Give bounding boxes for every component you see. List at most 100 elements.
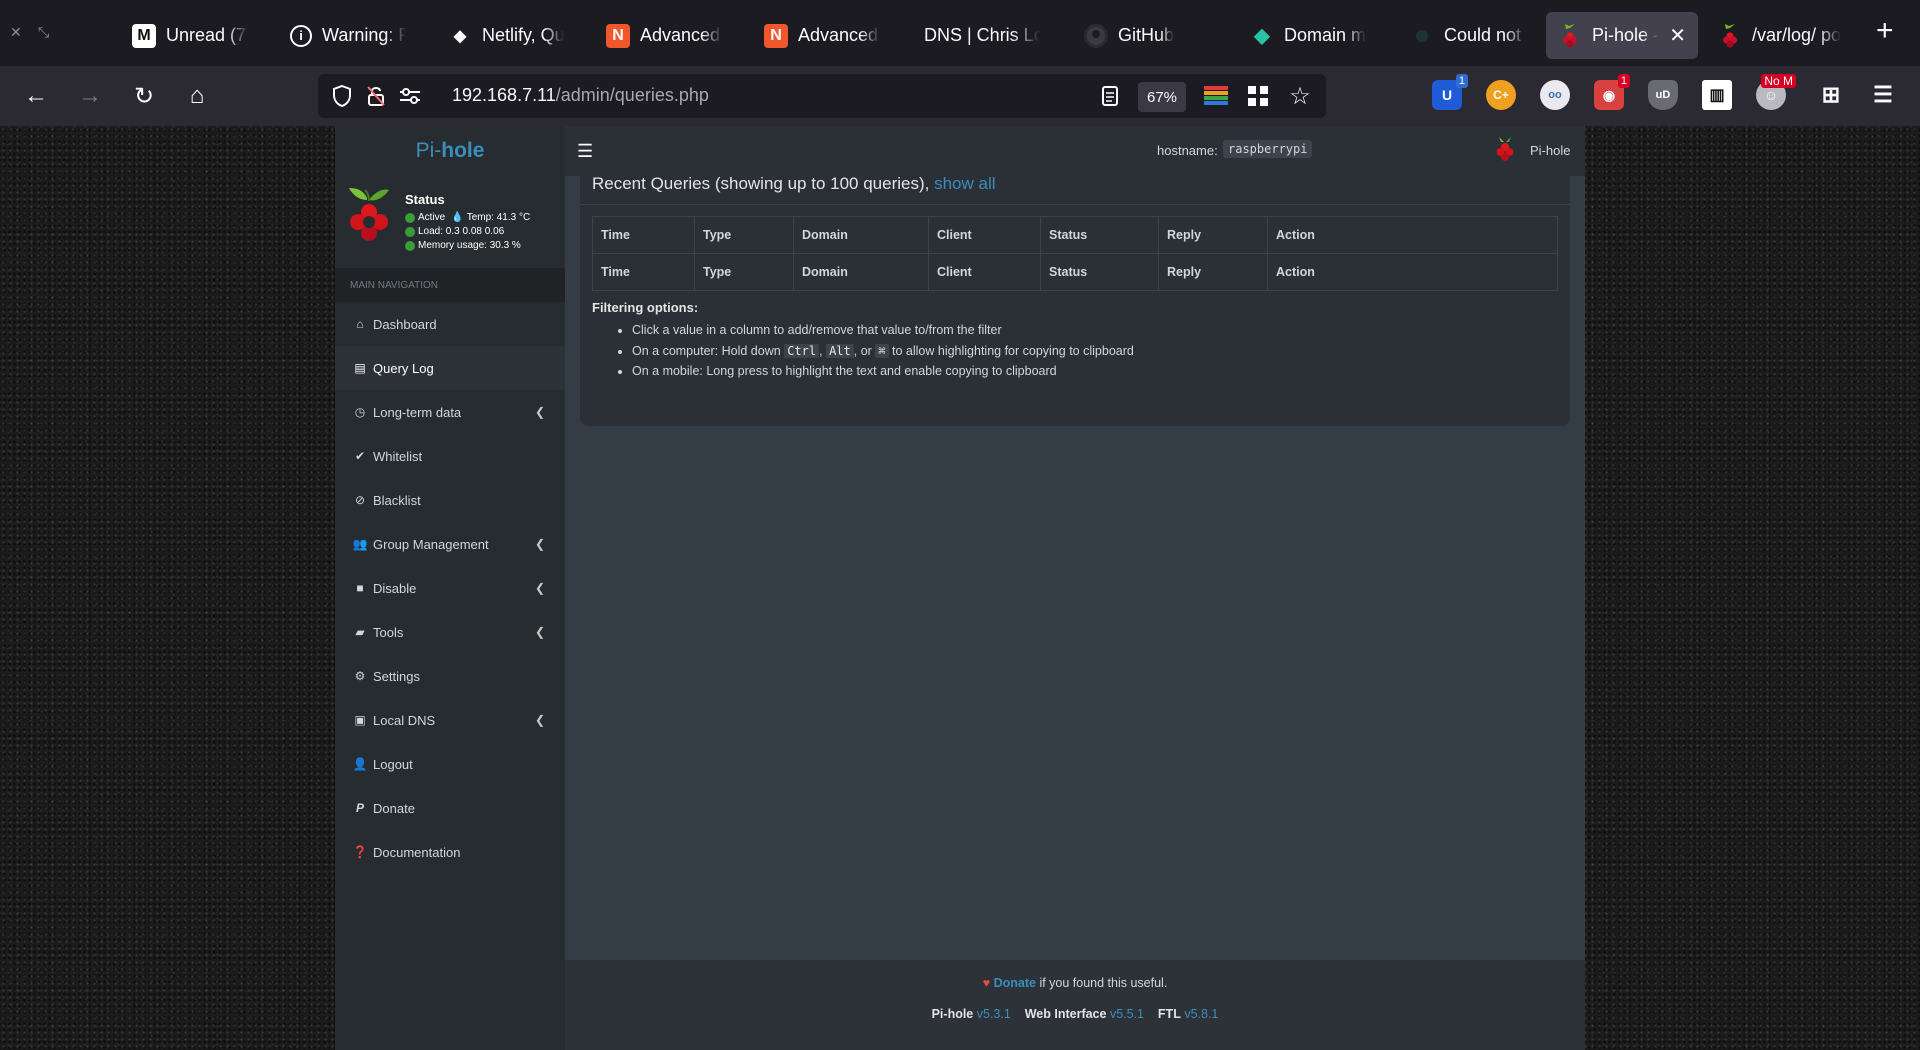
url-bar[interactable]: 192.168.7.11/admin/queries.php 67% ☆ xyxy=(318,74,1326,118)
browser-tab[interactable]: /var/log/ po xyxy=(1706,12,1856,59)
reader-view-icon[interactable] xyxy=(1098,84,1122,108)
new-tab-icon[interactable]: + xyxy=(1876,14,1894,48)
filter-option-text: On a computer: Hold down xyxy=(632,343,781,358)
recent-queries-title: Recent Queries (showing up to 100 querie… xyxy=(592,174,996,194)
status-active-line: Active 💧 Temp: 41.3 °C xyxy=(405,212,530,223)
show-all-link[interactable]: show all xyxy=(934,174,995,193)
browser-tab[interactable]: N Advanced D xyxy=(752,12,892,59)
list-item: On a mobile: Long press to highlight the… xyxy=(632,361,1134,382)
sidebar-item-logout[interactable]: 👤 Logout xyxy=(335,742,565,786)
filter-option-text: On a mobile: Long press to highlight the… xyxy=(632,364,1057,378)
bookmark-star-icon[interactable]: ☆ xyxy=(1288,83,1312,110)
sidebar-item-label: Group Management xyxy=(373,536,489,552)
browser-tab[interactable]: M Unread (7) - xyxy=(120,12,260,59)
extensions-puzzle-icon[interactable]: ⊞ xyxy=(1816,80,1846,110)
glasses-extension-icon[interactable]: oo xyxy=(1540,80,1570,110)
separator: , xyxy=(819,343,823,358)
mascot-extension-icon[interactable]: ☺ No M xyxy=(1756,74,1796,110)
sidebar-item-settings[interactable]: ⚙ Settings xyxy=(335,654,565,698)
insecure-lock-icon[interactable] xyxy=(364,84,388,108)
back-arrow-icon[interactable]: ← xyxy=(22,82,50,110)
status-active: Active xyxy=(418,212,446,223)
forward-arrow-icon[interactable]: → xyxy=(76,82,104,110)
sidebar: Pi-hole Status Active 💧 Temp: 41.3 °C Lo… xyxy=(335,126,565,1050)
browser-tab[interactable]: N Advanced D xyxy=(594,12,734,59)
browser-tab[interactable]: GitHub xyxy=(1072,12,1212,59)
pihole-user-logo-icon[interactable] xyxy=(1495,136,1515,164)
column-header-type[interactable]: Type xyxy=(694,216,794,254)
sidebar-toggle-icon[interactable]: ☰ xyxy=(577,141,593,162)
magnet-extension-icon[interactable]: U1 xyxy=(1432,74,1468,110)
zoom-level-button[interactable]: 67% xyxy=(1138,82,1186,112)
sidebar-item-group-management[interactable]: 👥 Group Management ❮ xyxy=(335,522,565,566)
column-footer-status[interactable]: Status xyxy=(1040,253,1159,291)
top-app-name[interactable]: Pi-hole xyxy=(1530,143,1570,158)
paypal-icon: P xyxy=(355,801,364,815)
page-icon xyxy=(1410,24,1434,48)
sidebar-item-query-log[interactable]: ▤ Query Log xyxy=(335,346,565,390)
browser-tab[interactable]: ◆ Domain ma xyxy=(1238,12,1378,59)
sidebar-item-long-term-data[interactable]: ◷ Long-term data ❮ xyxy=(335,390,565,434)
column-header-time[interactable]: Time xyxy=(592,216,695,254)
status-load: Load: 0.3 0.08 0.06 xyxy=(418,226,505,237)
qr-grid-icon[interactable] xyxy=(1246,84,1270,108)
queries-table: Time Type Domain Client Status Reply Act… xyxy=(592,216,1558,291)
queries-title-text: Recent Queries (showing up to 100 querie… xyxy=(592,174,930,193)
sidebar-item-dashboard[interactable]: ⌂ Dashboard xyxy=(335,302,565,346)
web-interface-version-link[interactable]: v5.5.1 xyxy=(1110,1007,1144,1021)
colorful-extension-icon[interactable] xyxy=(1204,84,1228,108)
status-title: Status xyxy=(405,192,445,207)
donate-tail: if you found this useful. xyxy=(1039,976,1168,990)
donate-link[interactable]: Donate xyxy=(994,976,1036,990)
column-footer-type[interactable]: Type xyxy=(694,253,794,291)
sidebar-item-documentation[interactable]: ❓ Documentation xyxy=(335,830,565,874)
library-icon[interactable]: ▥ xyxy=(1702,80,1732,110)
hostname-value: raspberrypi xyxy=(1223,140,1313,158)
shield-icon[interactable] xyxy=(330,84,354,108)
check-circle-icon: ✔ xyxy=(354,449,366,463)
reload-icon[interactable]: ↻ xyxy=(130,82,158,110)
column-header-domain[interactable]: Domain xyxy=(793,216,929,254)
url-text[interactable]: 192.168.7.11/admin/queries.php xyxy=(452,85,709,106)
column-header-status[interactable]: Status xyxy=(1040,216,1159,254)
column-footer-domain[interactable]: Domain xyxy=(793,253,929,291)
ctrl-key: Ctrl xyxy=(784,343,820,358)
pihole-version-link[interactable]: v5.3.1 xyxy=(977,1007,1011,1021)
sidebar-item-whitelist[interactable]: ✔ Whitelist xyxy=(335,434,565,478)
column-footer-action[interactable]: Action xyxy=(1267,253,1558,291)
sidebar-item-donate[interactable]: P Donate xyxy=(335,786,565,830)
permissions-icon[interactable] xyxy=(398,84,422,108)
restore-window-icon[interactable]: ⤡ xyxy=(38,24,49,41)
browser-tab-active[interactable]: Pi-hole - r ✕ xyxy=(1546,12,1698,59)
browser-tab[interactable]: i Warning: Po xyxy=(278,12,418,59)
home-icon[interactable]: ⌂ xyxy=(183,82,211,110)
sidebar-item-local-dns[interactable]: ▣ Local DNS ❮ xyxy=(335,698,565,742)
cplus-extension-icon[interactable]: C+ xyxy=(1486,80,1516,110)
browser-tab[interactable]: ◆ Netlify, Quic xyxy=(436,12,576,59)
github-icon xyxy=(1084,23,1108,48)
ftl-version-link[interactable]: v5.8.1 xyxy=(1184,1007,1218,1021)
list-item: On a computer: Hold down Ctrl, Alt, or ⌘… xyxy=(632,341,1134,362)
info-icon: i xyxy=(290,24,312,47)
app-menu-icon[interactable]: ☰ xyxy=(1868,80,1898,110)
column-footer-time[interactable]: Time xyxy=(592,253,695,291)
column-footer-reply[interactable]: Reply xyxy=(1158,253,1268,291)
column-header-action[interactable]: Action xyxy=(1267,216,1558,254)
red-extension-icon[interactable]: ◉ 1 xyxy=(1594,74,1630,110)
sidebar-item-blacklist[interactable]: ⊘ Blacklist xyxy=(335,478,565,522)
close-window-icon[interactable]: ✕ xyxy=(10,24,22,41)
ublock-shield-icon[interactable]: uD xyxy=(1648,80,1678,110)
browser-tab[interactable]: Could not p xyxy=(1398,12,1538,59)
column-footer-client[interactable]: Client xyxy=(928,253,1041,291)
chevron-left-icon: ❮ xyxy=(534,713,545,727)
cmd-key: ⌘ xyxy=(875,343,889,358)
sidebar-item-tools[interactable]: ▰ Tools ❮ xyxy=(335,610,565,654)
column-header-client[interactable]: Client xyxy=(928,216,1041,254)
close-tab-icon[interactable]: ✕ xyxy=(1669,23,1686,48)
browser-nav-bar: ← → ↻ ⌂ 192.168.7.11/admin/queries.php 6… xyxy=(0,66,1920,126)
pihole-logo-text[interactable]: Pi-hole xyxy=(335,126,565,176)
browser-tab[interactable]: DNS | Chris Lou xyxy=(912,12,1052,59)
column-header-reply[interactable]: Reply xyxy=(1158,216,1268,254)
sidebar-item-disable[interactable]: ■ Disable ❮ xyxy=(335,566,565,610)
heart-icon: ♥ xyxy=(982,976,991,990)
